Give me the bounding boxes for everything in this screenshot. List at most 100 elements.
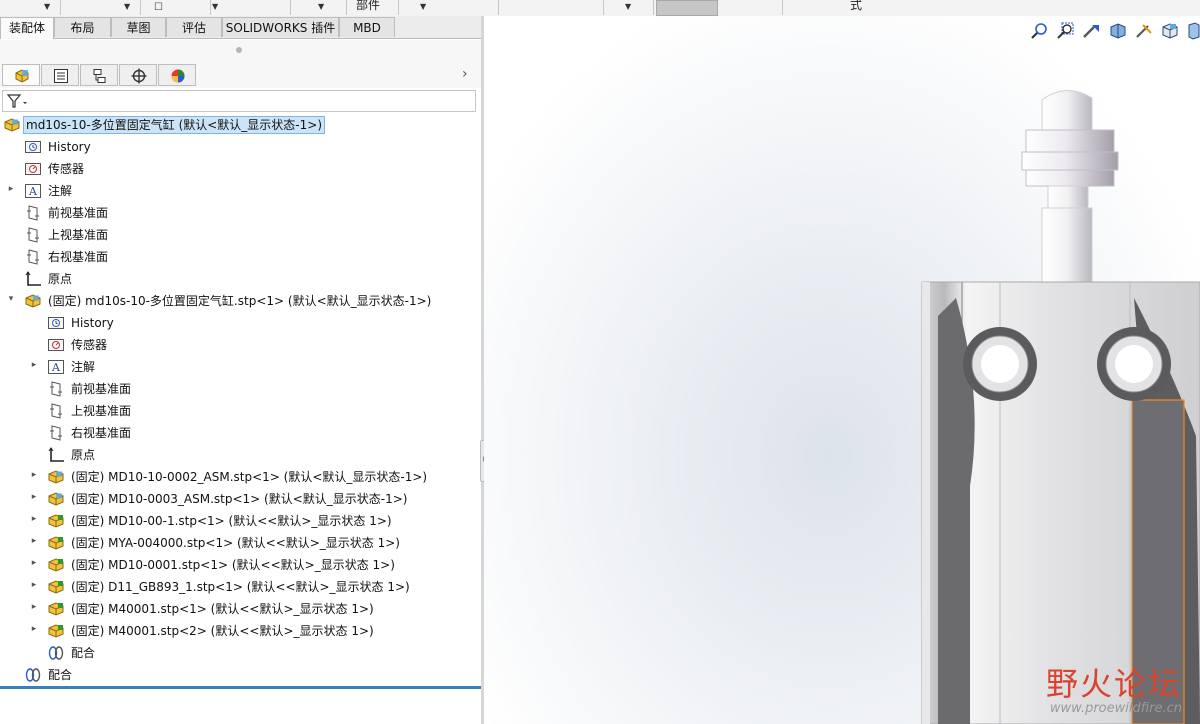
tree-item-label: 配合 <box>71 646 96 660</box>
toolbar-pressed-button[interactable] <box>656 0 718 16</box>
cylinder-model[interactable] <box>484 16 1200 724</box>
tree-item-subassembly-15[interactable]: ▸ (固定) MD10-10-0002_ASM.stp<1> (默认<默认_显示状… <box>0 466 482 488</box>
filter-icon <box>6 94 27 108</box>
chevron-right-icon[interactable]: › <box>462 66 468 82</box>
tree-item-part-21[interactable]: ▸ (固定) M40001.stp<1> (默认<<默认>_显示状态 1>) <box>0 598 482 620</box>
displaymanager-tab[interactable] <box>158 64 196 86</box>
display-manager-icon <box>171 69 185 83</box>
tree-item-part-20[interactable]: ▸ (固定) D11_GB893_1.stp<1> (默认<<默认>_显示状态 1… <box>0 576 482 598</box>
toolbar-checkbox[interactable]: ☐ <box>140 0 211 15</box>
toolbar-dropdown[interactable]: ▼ <box>0 0 61 15</box>
tree-item-plane-12[interactable]: 上视基准面 <box>0 400 482 422</box>
tree-item-label: (固定) MD10-10-0002_ASM.stp<1> (默认<默认_显示状态… <box>71 470 428 484</box>
toolbar-dropdown[interactable]: ▼ <box>603 0 654 15</box>
expand-arrow-down-icon[interactable]: ▾ <box>6 294 16 304</box>
tree-item-part-19[interactable]: ▸ (固定) MD10-0001.stp<1> (默认<<默认>_显示状态 1>) <box>0 554 482 576</box>
expand-arrow-right-icon[interactable]: ▸ <box>29 470 39 480</box>
toolbar-button[interactable] <box>498 0 604 15</box>
tree-item-plane-11[interactable]: 前视基准面 <box>0 378 482 400</box>
svg-text:A: A <box>51 361 61 374</box>
section-view-icon[interactable] <box>1108 22 1128 40</box>
tree-item-sensors-1[interactable]: 传感器 <box>0 158 482 180</box>
toolbar-part-label: 部件 <box>356 0 381 12</box>
tree-item-label: (固定) M40001.stp<1> (默认<<默认>_显示状态 1>) <box>71 602 374 616</box>
configurationmanager-tab[interactable] <box>80 64 118 86</box>
propertymanager-tab[interactable] <box>41 64 79 86</box>
plane-icon <box>47 403 65 419</box>
tree-item-history-8[interactable]: History <box>0 312 482 334</box>
zoom-to-area-icon[interactable] <box>1056 22 1076 40</box>
tree-item-plane-13[interactable]: 右视基准面 <box>0 422 482 444</box>
sensors-icon <box>24 161 42 177</box>
mates-icon <box>47 645 65 661</box>
toolbar-dropdown[interactable]: ▼ <box>290 0 347 15</box>
tree-item-part-17[interactable]: ▸ (固定) MD10-00-1.stp<1> (默认<<默认>_显示状态 1>) <box>0 510 482 532</box>
toolbar-style-button[interactable]: 式 <box>782 0 982 15</box>
tree-item-origin-14[interactable]: 原点 <box>0 444 482 466</box>
expand-arrow-right-icon[interactable]: ▸ <box>6 184 16 194</box>
graphics-area[interactable]: 野火论坛 www.proewildfire.cn <box>484 16 1200 724</box>
featuremanager-tree-icon <box>15 69 29 83</box>
tree-filter[interactable] <box>2 90 476 112</box>
plane-icon <box>24 205 42 221</box>
part-icon <box>47 579 65 595</box>
tree-item-label: (固定) D11_GB893_1.stp<1> (默认<<默认>_显示状态 1>… <box>71 580 410 594</box>
panel-split-handle[interactable] <box>0 40 482 63</box>
tree-item-subassembly-16[interactable]: ▸ (固定) MD10-0003_ASM.stp<1> (默认<默认_显示状态-1… <box>0 488 482 510</box>
tab-assembly[interactable]: 装配体 <box>0 17 54 39</box>
property-manager-icon <box>54 69 68 83</box>
annotations-icon: A <box>24 183 42 199</box>
tree-item-label: History <box>71 316 114 330</box>
part-icon <box>47 535 65 551</box>
tree-item-plane-5[interactable]: 右视基准面 <box>0 246 482 268</box>
display-style-icon[interactable] <box>1186 22 1200 40</box>
tree-item-plane-4[interactable]: 上视基准面 <box>0 224 482 246</box>
sensors-icon <box>47 337 65 353</box>
tab-layout[interactable]: 布局 <box>54 17 111 37</box>
previous-view-icon[interactable] <box>1082 22 1102 40</box>
expand-arrow-right-icon[interactable]: ▸ <box>29 602 39 612</box>
watermark: 野火论坛 www.proewildfire.cn <box>1046 659 1182 716</box>
tree-item-history-0[interactable]: History <box>0 136 482 158</box>
tree-item-annotations-10[interactable]: ▸ A 注解 <box>0 356 482 378</box>
tab-evaluate[interactable]: 评估 <box>166 17 222 37</box>
tree-root-assembly[interactable]: md10s-10-多位置固定气缸 (默认<默认_显示状态-1>) <box>0 114 482 136</box>
expand-arrow-right-icon[interactable]: ▸ <box>29 580 39 590</box>
tree-item-mates-23[interactable]: 配合 <box>0 642 482 664</box>
featuremanager-tab[interactable] <box>2 64 40 86</box>
tree-item-sensors-9[interactable]: 传感器 <box>0 334 482 356</box>
history-icon <box>47 315 65 331</box>
mates-icon <box>24 667 42 683</box>
zoom-to-fit-icon[interactable] <box>1030 22 1050 40</box>
subassembly-icon <box>47 491 65 507</box>
expand-arrow-right-icon[interactable]: ▸ <box>29 624 39 634</box>
dynamic-annotation-icon[interactable] <box>1134 22 1154 40</box>
tree-item-part-18[interactable]: ▸ (固定) MYA-004000.stp<1> (默认<<默认>_显示状态 1>… <box>0 532 482 554</box>
tree-item-plane-3[interactable]: 前视基准面 <box>0 202 482 224</box>
expand-arrow-right-icon[interactable]: ▸ <box>29 360 39 370</box>
subassembly-icon <box>47 469 65 485</box>
toolbar-dropdown[interactable]: ▼ <box>210 0 291 15</box>
tree-item-label: (固定) MYA-004000.stp<1> (默认<<默认>_显示状态 1>) <box>71 536 400 550</box>
expand-arrow-right-icon[interactable]: ▸ <box>29 536 39 546</box>
toolbar-dropdown[interactable]: ▼ <box>398 0 499 15</box>
expand-arrow-right-icon[interactable]: ▸ <box>29 514 39 524</box>
view-orientation-icon[interactable] <box>1160 22 1180 40</box>
toolbar-part-button[interactable]: 部件 <box>346 0 399 15</box>
tree-item-origin-6[interactable]: 原点 <box>0 268 482 290</box>
toolbar-dropdown[interactable]: ▼ <box>60 0 141 15</box>
tree-item-label: 传感器 <box>48 162 85 176</box>
tree-item-annotations-2[interactable]: ▸ A 注解 <box>0 180 482 202</box>
tree-item-mates-24[interactable]: 配合 <box>0 664 482 686</box>
tree-item-part-22[interactable]: ▸ (固定) M40001.stp<2> (默认<<默认>_显示状态 1>) <box>0 620 482 642</box>
tree-item-subassembly-7[interactable]: ▾ (固定) md10s-10-多位置固定气缸.stp<1> (默认<默认_显示状… <box>0 290 482 312</box>
plane-icon <box>47 425 65 441</box>
tree-item-label: 前视基准面 <box>71 382 132 396</box>
tab-mbd[interactable]: MBD <box>339 17 395 37</box>
dimxpertmanager-tab[interactable] <box>119 64 157 86</box>
expand-arrow-right-icon[interactable]: ▸ <box>29 492 39 502</box>
tab-solidworks-addins[interactable]: SOLIDWORKS 插件 <box>222 17 339 37</box>
tab-sketch[interactable]: 草图 <box>111 17 166 37</box>
toolbar-button[interactable] <box>718 0 783 15</box>
expand-arrow-right-icon[interactable]: ▸ <box>29 558 39 568</box>
